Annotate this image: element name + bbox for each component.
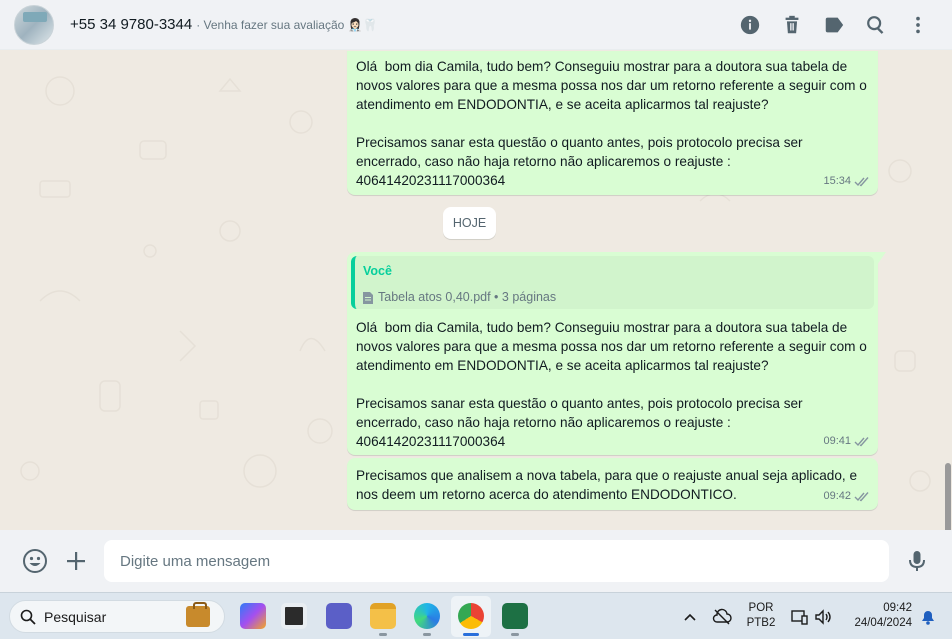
message-text: Olá bom dia Camila, tudo bem? Conseguiu …	[356, 59, 867, 188]
chat-header: +55 34 9780-3344 · Venha fazer sua avali…	[0, 0, 952, 50]
chrome-icon[interactable]	[458, 603, 484, 629]
active-indicator	[463, 633, 479, 636]
edge-icon[interactable]	[414, 603, 440, 629]
cloud-offline-icon[interactable]	[712, 607, 732, 627]
running-indicator	[511, 633, 519, 636]
task-view-icon[interactable]	[281, 603, 307, 629]
taskbar-search[interactable]: Pesquisar	[9, 600, 225, 633]
notification-bell-icon[interactable]	[918, 607, 938, 627]
excel-icon[interactable]	[502, 603, 528, 629]
message-text: Precisamos que analisem a nova tabela, p…	[356, 468, 861, 502]
double-check-icon	[854, 437, 869, 447]
quote-author: Você	[363, 264, 392, 278]
bubble-tail	[877, 252, 886, 265]
trash-icon[interactable]	[772, 5, 812, 45]
message-input[interactable]	[104, 540, 889, 582]
day-divider: HOJE	[443, 207, 496, 239]
language-code: POR	[748, 602, 774, 614]
copilot-icon[interactable]	[240, 603, 266, 629]
header-actions	[728, 0, 938, 50]
info-icon[interactable]	[730, 5, 770, 45]
chat-area[interactable]: Olá bom dia Camila, tudo bem? Conseguiu …	[0, 51, 952, 530]
search-icon	[20, 609, 36, 625]
message-time: 09:42	[823, 490, 851, 502]
quote-document-name: Tabela atos 0,40.pdf • 3 páginas	[378, 290, 557, 304]
attach-plus-icon[interactable]	[61, 546, 91, 576]
running-indicator	[379, 633, 387, 636]
search-icon[interactable]	[856, 5, 896, 45]
contact-name: +55 34 9780-3344	[70, 16, 193, 33]
message-composer	[0, 530, 952, 592]
message-text: Olá bom dia Camila, tudo bem? Conseguiu …	[356, 320, 867, 449]
message-bubble[interactable]: Precisamos que analisem a nova tabela, p…	[347, 458, 878, 510]
message-bubble[interactable]: Você Tabela atos 0,40.pdf • 3 páginas Ol…	[347, 252, 886, 455]
windows-taskbar: Pesquisar POR PTB2 09:42 24/04/2024	[0, 592, 952, 639]
message-meta: 09:42	[823, 487, 870, 506]
contact-avatar[interactable]	[14, 4, 54, 45]
volume-icon[interactable]	[813, 607, 833, 627]
message-time: 15:34	[823, 175, 851, 187]
contact-subtitle: · Venha fazer sua avaliação 👩🏻‍⚕️🦷	[196, 18, 378, 32]
input-language[interactable]: POR PTB2	[744, 601, 778, 631]
double-check-icon	[854, 177, 869, 187]
menu-dots-icon[interactable]	[898, 5, 938, 45]
contact-info[interactable]: +55 34 9780-3344 · Venha fazer sua avali…	[70, 16, 378, 33]
microphone-icon[interactable]	[902, 546, 932, 576]
file-explorer-icon[interactable]	[370, 603, 396, 629]
network-icon[interactable]	[789, 607, 809, 627]
message-meta: 09:41	[823, 432, 870, 451]
briefcase-icon	[186, 602, 210, 627]
teams-icon[interactable]	[326, 603, 352, 629]
clock-date: 24/04/2024	[854, 617, 912, 629]
message-meta: 15:34	[823, 172, 870, 191]
label-icon[interactable]	[814, 5, 854, 45]
quote-document: Tabela atos 0,40.pdf • 3 páginas	[363, 288, 866, 307]
quoted-message[interactable]: Você Tabela atos 0,40.pdf • 3 páginas	[351, 256, 874, 309]
emoji-icon[interactable]	[20, 546, 50, 576]
running-indicator	[423, 633, 431, 636]
clock-time: 09:42	[883, 602, 912, 614]
message-bubble[interactable]: Olá bom dia Camila, tudo bem? Conseguiu …	[347, 51, 878, 195]
keyboard-layout: PTB2	[746, 617, 776, 629]
clock[interactable]: 09:42 24/04/2024	[842, 601, 912, 631]
message-time: 09:41	[823, 435, 851, 447]
chat-scrollbar[interactable]	[944, 51, 952, 571]
document-icon	[363, 291, 373, 304]
taskbar-search-label: Pesquisar	[44, 608, 107, 625]
chevron-up-icon[interactable]	[680, 607, 700, 627]
double-check-icon	[854, 492, 869, 502]
